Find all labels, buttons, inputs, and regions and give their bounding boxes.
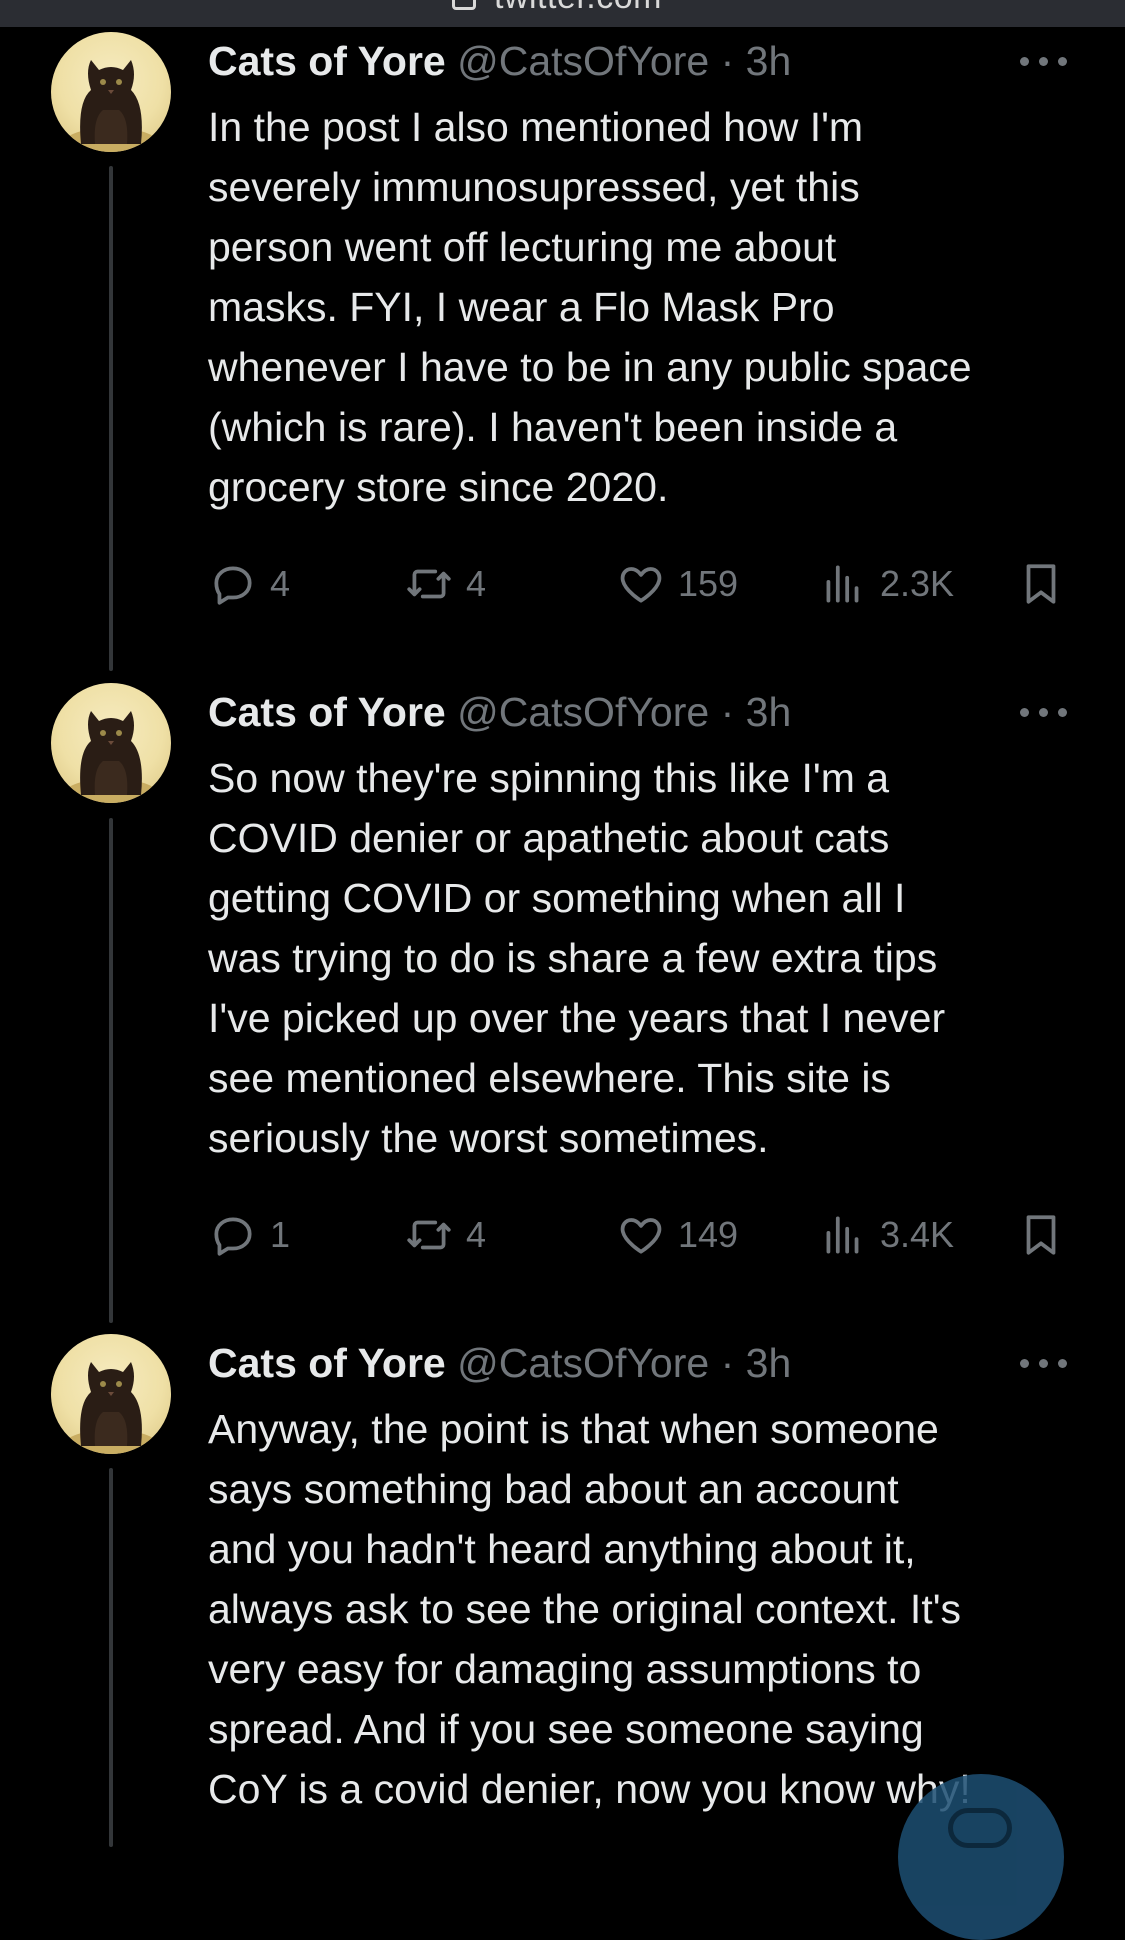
separator-dot: · — [720, 1340, 735, 1386]
reply-icon — [214, 566, 252, 605]
tweet-text: In the post I also mentioned how I'm sev… — [208, 97, 1088, 517]
cat-avatar-image — [67, 711, 155, 803]
tweet-actions: 4 4 159 2.3K — [208, 556, 1068, 612]
thread-line — [109, 818, 113, 1323]
tweet-header: Cats of Yore @CatsOfYore · 3h — [208, 1339, 791, 1387]
retweet-count: 4 — [466, 1214, 487, 1255]
reply-count: 1 — [270, 1214, 291, 1255]
tweet-text-line: always ask to see the original context. … — [208, 1586, 962, 1632]
handle[interactable]: @CatsOfYore — [457, 1340, 709, 1386]
tweet-text-line: was trying to do is share a few extra ti… — [208, 935, 938, 981]
like-button[interactable]: 159 — [616, 556, 738, 612]
tweet-text-line: Anyway, the point is that when someone — [208, 1406, 939, 1452]
compose-button[interactable] — [898, 1774, 1064, 1940]
views-icon — [826, 1216, 859, 1254]
tweet-text: Anyway, the point is that when someone s… — [208, 1399, 1088, 1819]
tweet-text-line: seriously the worst sometimes. — [208, 1115, 769, 1161]
thread-line — [109, 1468, 113, 1847]
tweet-text-line: whenever I have to be in any public spac… — [208, 344, 972, 390]
heart-icon — [620, 567, 662, 603]
tweet-text-line: person went off lecturing me about — [208, 224, 837, 270]
browser-url-bar[interactable]: twitter.com — [0, 0, 1125, 27]
tweet-text-line: see mentioned elsewhere. This site is — [208, 1055, 891, 1101]
retweet-icon — [407, 569, 451, 599]
view-count: 3.4K — [880, 1214, 955, 1255]
retweet-count: 4 — [466, 563, 487, 604]
view-count: 2.3K — [880, 563, 955, 604]
tweet-text-line: masks. FYI, I wear a Flo Mask Pro — [208, 284, 835, 330]
reply-icon — [214, 1217, 252, 1256]
compose-icon — [948, 1808, 1012, 1848]
handle[interactable]: @CatsOfYore — [457, 689, 709, 735]
thread-line — [109, 166, 113, 671]
display-name[interactable]: Cats of Yore — [208, 689, 446, 735]
views-button[interactable]: 2.3K — [818, 556, 954, 612]
tweet-text-line: getting COVID or something when all I — [208, 875, 906, 921]
reply-button[interactable]: 1 — [208, 1207, 290, 1263]
cat-avatar-image — [67, 60, 155, 152]
avatar[interactable] — [51, 32, 171, 152]
tweet-text-line: (which is rare). I haven't been inside a — [208, 404, 898, 450]
heart-icon — [620, 1218, 662, 1254]
display-name[interactable]: Cats of Yore — [208, 38, 446, 84]
tweet-text-line: severely immunosupressed, yet this — [208, 164, 860, 210]
timestamp[interactable]: 3h — [746, 1340, 792, 1386]
tweet-text-line: very easy for damaging assumptions to — [208, 1646, 922, 1692]
more-icon[interactable] — [1020, 705, 1068, 719]
tweet-text-line: I've picked up over the years that I nev… — [208, 995, 946, 1041]
like-count: 149 — [678, 1214, 739, 1255]
tweet-text-line: spread. And if you see someone saying — [208, 1706, 924, 1752]
bookmark-icon — [1026, 564, 1056, 604]
avatar[interactable] — [51, 1334, 171, 1454]
bookmark-button[interactable] — [1016, 556, 1066, 612]
tweet-text-line: In the post I also mentioned how I'm — [208, 104, 864, 150]
like-count: 159 — [678, 563, 739, 604]
tweet-actions: 1 4 149 3.4K — [208, 1207, 1068, 1263]
tweet-header: Cats of Yore @CatsOfYore · 3h — [208, 37, 791, 85]
handle[interactable]: @CatsOfYore — [457, 38, 709, 84]
avatar[interactable] — [51, 683, 171, 803]
views-icon — [826, 565, 859, 603]
reply-button[interactable]: 4 — [208, 556, 290, 612]
tweet-header: Cats of Yore @CatsOfYore · 3h — [208, 688, 791, 736]
retweet-button[interactable]: 4 — [404, 556, 486, 612]
retweet-icon — [407, 1220, 451, 1250]
like-button[interactable]: 149 — [616, 1207, 738, 1263]
more-icon[interactable] — [1020, 54, 1068, 68]
url-text: twitter.com — [494, 0, 662, 17]
tweet-text-line: So now they're spinning this like I'm a — [208, 755, 890, 801]
timestamp[interactable]: 3h — [746, 38, 792, 84]
tweet-text-line: grocery store since 2020. — [208, 464, 669, 510]
more-icon[interactable] — [1020, 1356, 1068, 1370]
tweet-text-line: says something bad about an account — [208, 1466, 899, 1512]
tweet-text: So now they're spinning this like I'm a … — [208, 748, 1088, 1168]
separator-dot: · — [720, 689, 735, 735]
display-name[interactable]: Cats of Yore — [208, 1340, 446, 1386]
cat-avatar-image — [67, 1362, 155, 1454]
timestamp[interactable]: 3h — [746, 689, 792, 735]
views-button[interactable]: 3.4K — [818, 1207, 954, 1263]
separator-dot: · — [720, 38, 735, 84]
bookmark-icon — [1026, 1215, 1056, 1255]
tweet-text-line: and you hadn't heard anything about it, — [208, 1526, 916, 1572]
tweet-text-line: COVID denier or apathetic about cats — [208, 815, 890, 861]
bookmark-button[interactable] — [1016, 1207, 1066, 1263]
retweet-button[interactable]: 4 — [404, 1207, 486, 1263]
reply-count: 4 — [270, 563, 291, 604]
lock-icon — [452, 0, 476, 10]
